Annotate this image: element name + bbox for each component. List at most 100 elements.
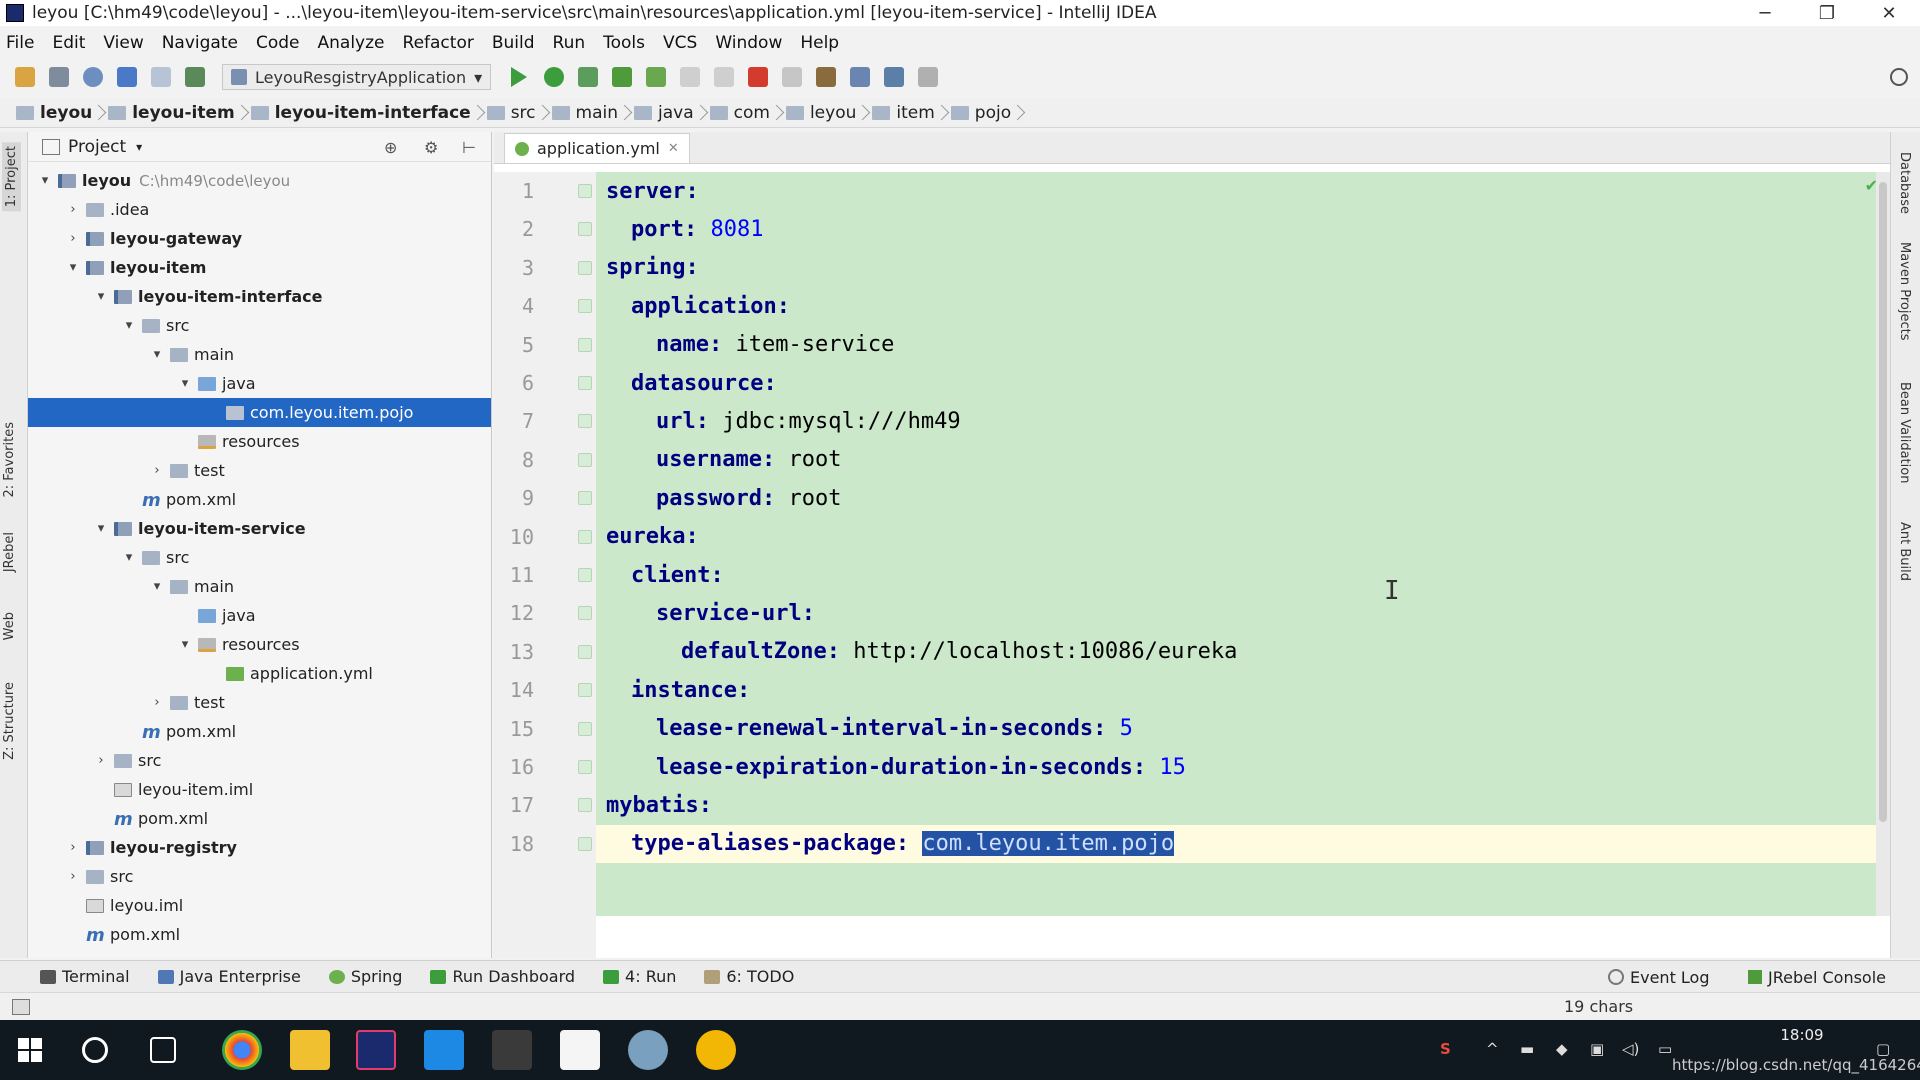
chevron-down-icon[interactable]: ▾	[148, 579, 166, 594]
tool-window-web[interactable]: Web	[2, 612, 17, 640]
settings-icon[interactable]	[850, 67, 871, 87]
tree-item[interactable]: resources	[28, 427, 491, 456]
cortana-icon[interactable]	[82, 1037, 108, 1063]
tree-item[interactable]: ▾ leyou-item-interface	[28, 282, 491, 311]
tree-item[interactable]: ▾ leyou C:\hm49\code\leyou	[28, 166, 491, 195]
close-icon[interactable]: ✕	[668, 141, 679, 156]
sync-icon[interactable]	[83, 67, 103, 87]
intellij-taskbar-icon[interactable]	[356, 1030, 396, 1070]
fold-marker-icon[interactable]	[578, 606, 592, 621]
fold-marker-icon[interactable]	[578, 568, 592, 582]
code-line[interactable]: username: root	[656, 441, 841, 479]
tree-item[interactable]: ▾ main	[28, 340, 491, 369]
vcs-icon[interactable]	[918, 67, 939, 87]
notification-icon[interactable]: ▢	[1876, 1040, 1890, 1058]
menu-file[interactable]: File	[6, 33, 34, 53]
code-line[interactable]: service-url:	[656, 594, 815, 632]
scroll-from-source-icon[interactable]: ⊕	[384, 138, 402, 157]
code-line[interactable]: mybatis:	[606, 786, 712, 824]
code-line[interactable]: name: item-service	[656, 326, 894, 364]
app2-taskbar-icon[interactable]	[492, 1030, 532, 1070]
fold-marker-icon[interactable]	[578, 452, 592, 467]
chevron-down-icon[interactable]: ▾	[120, 318, 138, 333]
tool-event-log[interactable]: Event Log	[1608, 961, 1710, 993]
tree-item[interactable]: java	[28, 601, 491, 630]
open-folder-icon[interactable]	[15, 67, 35, 87]
chevron-down-icon[interactable]: ▾	[176, 637, 194, 652]
save-icon[interactable]	[49, 67, 69, 87]
fold-marker-icon[interactable]	[578, 414, 592, 429]
task-view-icon[interactable]	[150, 1037, 176, 1063]
breadcrumb-item[interactable]: pojo	[945, 101, 1021, 125]
chevron-down-icon[interactable]: ▾	[36, 173, 54, 188]
fold-marker-icon[interactable]	[578, 491, 592, 506]
chevron-right-icon[interactable]: ›	[64, 202, 82, 217]
tool-window-jrebel[interactable]: JRebel	[2, 532, 17, 572]
build-icon[interactable]	[185, 67, 205, 87]
tool-run[interactable]: 4: Run	[603, 967, 676, 986]
fold-marker-icon[interactable]	[578, 721, 592, 736]
fold-marker-icon[interactable]	[578, 376, 592, 390]
fold-marker-icon[interactable]	[578, 337, 592, 352]
code-line[interactable]: lease-expiration-duration-in-seconds: 15	[656, 748, 1186, 786]
chevron-right-icon[interactable]: ›	[64, 231, 82, 246]
chrome-icon[interactable]	[222, 1030, 262, 1070]
fold-marker-icon[interactable]	[578, 184, 592, 198]
chevron-right-icon[interactable]: ›	[64, 869, 82, 884]
menu-code[interactable]: Code	[256, 33, 300, 53]
profiler-icon[interactable]	[680, 67, 701, 87]
chevron-right-icon[interactable]: ›	[148, 463, 166, 478]
project-structure-icon[interactable]	[816, 67, 837, 87]
restore-button[interactable]: ❐	[1796, 0, 1858, 26]
hide-panel-icon[interactable]: ⊢	[462, 138, 480, 157]
tool-run-dashboard[interactable]: Run Dashboard	[430, 967, 575, 986]
chevron-right-icon[interactable]: ›	[92, 753, 110, 768]
tray-expand-icon[interactable]: ^	[1486, 1040, 1499, 1058]
tree-item[interactable]: application.yml	[28, 659, 491, 688]
tool-window-ant-build[interactable]: Ant Build	[1897, 522, 1912, 581]
tree-item[interactable]: › .idea	[28, 195, 491, 224]
ime-icon[interactable]: S	[1440, 1040, 1451, 1058]
toggle-tool-windows-icon[interactable]	[12, 999, 30, 1015]
run-icon[interactable]	[511, 67, 528, 87]
tree-item[interactable]: ▾ src	[28, 543, 491, 572]
minimize-button[interactable]: ─	[1734, 0, 1796, 26]
tray-app-icon[interactable]: ▬	[1520, 1040, 1534, 1058]
tool-todo[interactable]: 6: TODO	[704, 967, 794, 986]
vertical-scrollbar[interactable]	[1876, 172, 1890, 916]
tool-spring[interactable]: Spring	[328, 967, 402, 986]
app-taskbar-icon[interactable]	[424, 1030, 464, 1070]
coverage-report-icon[interactable]	[782, 67, 803, 87]
tree-item[interactable]: › leyou-registry	[28, 833, 491, 862]
back-arrow-icon[interactable]	[117, 67, 137, 87]
chevron-down-icon[interactable]: ▾	[92, 521, 110, 536]
breadcrumb-item[interactable]: java	[628, 101, 704, 125]
jrebel-run-icon[interactable]	[612, 67, 633, 87]
breadcrumb-item[interactable]: leyou	[780, 101, 866, 125]
menu-refactor[interactable]: Refactor	[403, 33, 474, 53]
breadcrumb-item[interactable]: leyou	[10, 101, 102, 125]
tree-item[interactable]: com.leyou.item.pojo	[28, 398, 491, 427]
tool-window-structure[interactable]: Z: Structure	[2, 682, 17, 760]
breadcrumb-item[interactable]: item	[866, 101, 944, 125]
breadcrumb-item[interactable]: main	[546, 101, 628, 125]
menu-build[interactable]: Build	[492, 33, 535, 53]
code-line[interactable]: spring:	[606, 249, 699, 287]
chevron-down-icon[interactable]: ▾	[148, 347, 166, 362]
file-explorer-icon[interactable]	[290, 1030, 330, 1070]
coverage-icon[interactable]	[578, 67, 599, 87]
taskbar-clock[interactable]: 18:09	[1772, 1026, 1832, 1044]
update-icon[interactable]	[714, 67, 735, 87]
tab-application-yml[interactable]: application.yml ✕	[504, 133, 690, 163]
gear-icon[interactable]: ⚙	[424, 138, 442, 157]
breadcrumb-item[interactable]: src	[481, 101, 546, 125]
chevron-right-icon[interactable]: ›	[148, 695, 166, 710]
tool-window-bean-validation[interactable]: Bean Validation	[1897, 382, 1912, 483]
fold-marker-icon[interactable]	[578, 222, 592, 237]
close-button[interactable]: ✕	[1858, 0, 1920, 26]
breadcrumb-item[interactable]: leyou-item-interface	[245, 101, 481, 125]
tree-item[interactable]: ▾ resources	[28, 630, 491, 659]
chevron-down-icon[interactable]: ▾	[64, 260, 82, 275]
breadcrumb-item[interactable]: com	[704, 101, 780, 125]
tree-item[interactable]: ▾ src	[28, 311, 491, 340]
